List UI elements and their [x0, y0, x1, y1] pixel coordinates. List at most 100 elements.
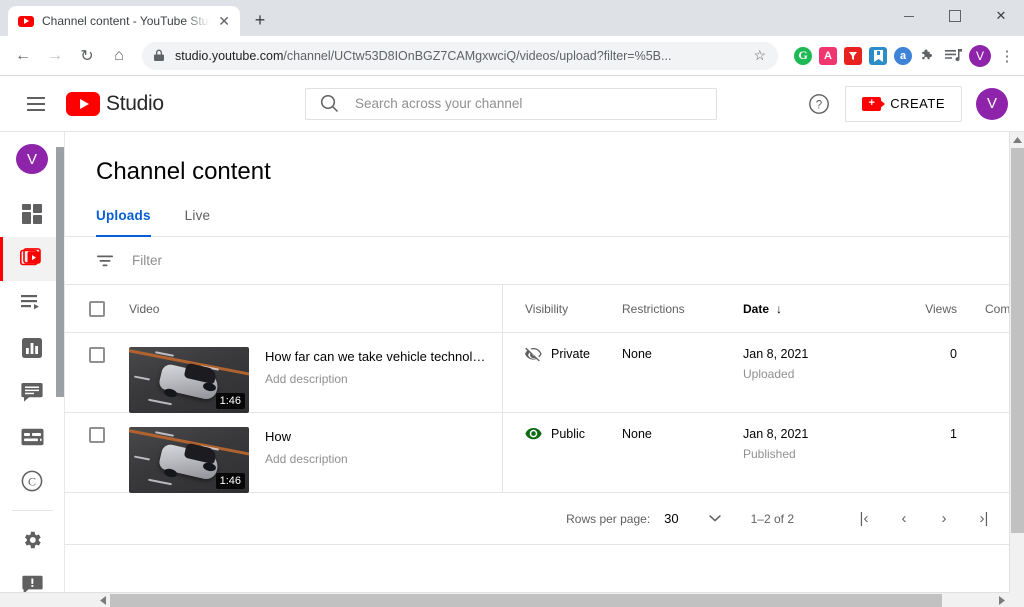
browser-menu-icon[interactable]: ⋮ [998, 47, 1016, 65]
downloader-extension-icon[interactable] [844, 46, 862, 65]
video-meta: How far can we take vehicle technolo… Ad… [265, 347, 490, 412]
search-input[interactable]: Search across your channel [305, 87, 717, 120]
next-page-button[interactable]: › [924, 510, 964, 527]
video-description-placeholder[interactable]: Add description [265, 372, 490, 386]
filter-input[interactable]: Filter [132, 253, 162, 268]
restrictions-cell: None [622, 347, 652, 361]
previous-page-button[interactable]: ‹ [884, 510, 924, 527]
views-cell: 1 [950, 427, 957, 441]
sidebar-item-dashboard[interactable] [0, 192, 65, 236]
tab-uploads[interactable]: Uploads [96, 208, 167, 237]
maximize-icon[interactable] [932, 0, 978, 32]
vertical-scrollbar[interactable] [1009, 132, 1024, 607]
sidebar-item-settings[interactable] [0, 518, 65, 562]
horizontal-scrollbar[interactable] [0, 592, 1024, 607]
lane-marking [133, 375, 150, 381]
hamburger-menu-icon[interactable] [16, 84, 56, 124]
sidebar-item-subtitles[interactable] [0, 414, 65, 458]
chevron-down-icon[interactable] [708, 515, 721, 522]
save-extension-icon[interactable] [869, 46, 887, 65]
reload-icon[interactable]: ↻ [72, 41, 102, 71]
home-icon[interactable]: ⌂ [104, 41, 134, 71]
table-row[interactable]: 1:46 How Add description Public None Jan… [65, 413, 1024, 493]
url-text: studio.youtube.com/channel/UCtw53D8IOnBG… [175, 49, 743, 63]
date-value: Jan 8, 2021 [743, 427, 809, 441]
rows-per-page-value[interactable]: 30 [664, 511, 678, 526]
browser-profile-avatar[interactable]: V [969, 44, 991, 67]
close-window-icon[interactable]: ✕ [978, 0, 1024, 32]
row-checkbox[interactable] [89, 347, 105, 363]
lane-marking [148, 478, 173, 486]
adblock-extension-icon[interactable]: A [819, 46, 837, 65]
studio-body: V C Channel content Uploads Live Filter … [0, 132, 1024, 607]
amazon-extension-icon[interactable]: a [894, 46, 912, 65]
vertical-scrollbar-thumb[interactable] [1011, 148, 1024, 533]
forward-icon[interactable]: → [40, 41, 70, 71]
video-description-placeholder[interactable]: Add description [265, 452, 348, 466]
sidebar-item-comments[interactable] [0, 370, 65, 414]
back-icon[interactable]: ← [8, 41, 38, 71]
playlist-music-extension-icon[interactable] [944, 47, 962, 65]
date-status: Uploaded [743, 367, 795, 381]
sidebar-item-copyright[interactable]: C [0, 459, 65, 503]
video-thumbnail[interactable]: 1:46 [129, 347, 249, 413]
grammarly-extension-icon[interactable]: G [794, 46, 812, 65]
views-cell: 0 [950, 347, 957, 361]
minimize-icon[interactable] [886, 0, 932, 32]
header-actions: ? + CREATE V [807, 85, 1008, 122]
create-button-label: CREATE [890, 96, 945, 111]
video-title[interactable]: How far can we take vehicle technolo… [265, 349, 490, 364]
youtube-studio-logo[interactable]: Studio [66, 91, 164, 116]
column-header-visibility[interactable]: Visibility [503, 302, 621, 316]
table-row[interactable]: 1:46 How far can we take vehicle technol… [65, 333, 1024, 413]
tab-title: Channel content - YouTube Studi [42, 14, 211, 28]
help-icon[interactable]: ? [807, 92, 831, 116]
rows-per-page-label: Rows per page: [566, 511, 651, 526]
svg-text:C: C [28, 474, 36, 488]
video-thumbnail[interactable]: 1:46 [129, 427, 249, 493]
browser-window: Channel content - YouTube Studi ✕ + ✕ ← … [0, 0, 1024, 607]
account-avatar[interactable]: V [976, 87, 1008, 120]
address-bar[interactable]: studio.youtube.com/channel/UCtw53D8IOnBG… [142, 41, 778, 70]
first-page-button[interactable]: |‹ [844, 510, 884, 527]
scroll-up-icon[interactable] [1010, 132, 1024, 147]
horizontal-scrollbar-thumb[interactable] [110, 594, 942, 607]
sidebar-item-content[interactable] [0, 236, 65, 282]
content-wrapper: Channel content Uploads Live Filter Vide… [65, 132, 1024, 545]
new-tab-button[interactable]: + [246, 6, 274, 34]
video-title[interactable]: How [265, 429, 348, 444]
sidebar-item-playlists[interactable] [0, 281, 65, 325]
row-checkbox[interactable] [89, 427, 105, 443]
gear-icon [24, 532, 41, 549]
search-placeholder: Search across your channel [355, 96, 523, 111]
create-button[interactable]: + CREATE [845, 85, 962, 122]
visibility-cell: Private [503, 347, 621, 361]
sidebar-scrollbar-thumb[interactable] [56, 147, 64, 397]
pagination-range-label: 1–2 of 2 [750, 511, 794, 526]
video-duration: 1:46 [215, 472, 245, 489]
content-tabs: Uploads Live [65, 208, 1024, 237]
column-header-views[interactable]: Views [895, 302, 957, 316]
select-all-checkbox[interactable] [89, 300, 105, 317]
studio-header: Studio Search across your channel ? + CR… [0, 76, 1024, 132]
column-header-date[interactable]: Date ↓ [743, 302, 895, 316]
comments-icon [21, 382, 43, 402]
filter-icon[interactable] [96, 253, 114, 269]
column-header-video-label: Video [129, 301, 160, 316]
scroll-right-icon[interactable] [994, 593, 1009, 607]
studio-wordmark: Studio [106, 91, 164, 115]
puzzle-extension-icon[interactable] [919, 47, 937, 65]
row-select-cell [65, 427, 129, 443]
sidebar-channel-avatar[interactable]: V [16, 144, 48, 175]
last-page-button[interactable]: ›| [964, 510, 1004, 527]
close-icon[interactable]: ✕ [218, 14, 230, 28]
video-cell: 1:46 How far can we take vehicle technol… [129, 333, 503, 413]
column-header-restrictions[interactable]: Restrictions [621, 302, 743, 316]
scroll-left-icon[interactable] [95, 593, 110, 607]
tab-live[interactable]: Live [185, 208, 227, 236]
bookmark-star-icon[interactable]: ☆ [753, 47, 766, 64]
date-cell: Jan 8, 2021 Uploaded [743, 347, 895, 381]
column-header-video[interactable]: Video [129, 285, 503, 332]
browser-tab-active[interactable]: Channel content - YouTube Studi ✕ [8, 6, 240, 36]
sidebar-item-analytics[interactable] [0, 326, 65, 370]
